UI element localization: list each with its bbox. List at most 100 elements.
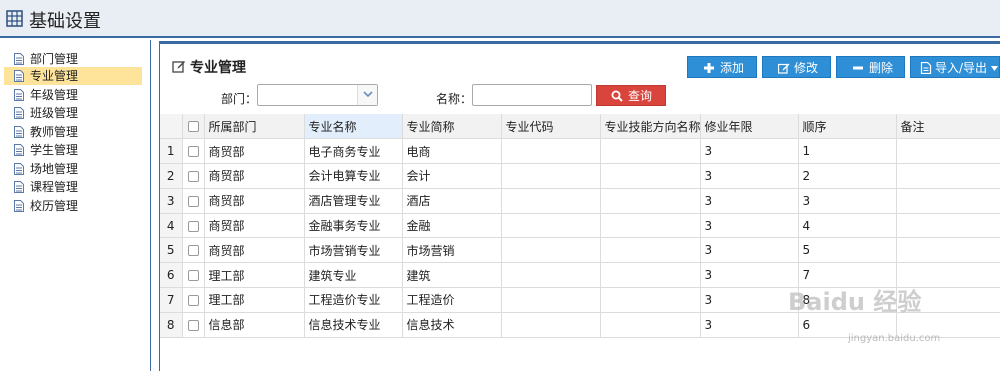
cell-note [896, 213, 1000, 239]
document-icon [14, 126, 24, 138]
select-all-checkbox[interactable] [187, 121, 199, 133]
cell-years: 3 [700, 163, 799, 189]
sidebar-item-calendar[interactable]: 校历管理 [4, 197, 142, 215]
select-all-checkbox-cell[interactable] [182, 114, 205, 140]
sidebar-item-label: 班级管理 [30, 106, 79, 120]
row-checkbox-cell[interactable] [182, 188, 205, 214]
cell-order: 4 [798, 213, 897, 239]
row-checkbox[interactable] [187, 294, 199, 306]
row-number: 4 [160, 213, 183, 239]
select-caret[interactable] [357, 85, 377, 105]
column-header[interactable]: 专业名称 [304, 114, 403, 140]
cell-order: 5 [798, 237, 897, 264]
sidebar-item-label: 部门管理 [30, 52, 79, 66]
row-checkbox[interactable] [187, 270, 199, 282]
app-title: 基础设置 [29, 11, 101, 32]
row-checkbox-cell[interactable] [182, 163, 205, 189]
table-row[interactable]: 5 商贸部 市场营销专业 市场营销 3 5 [160, 237, 1000, 264]
row-checkbox-cell[interactable] [182, 213, 205, 239]
document-icon [14, 53, 24, 65]
column-header[interactable]: 所属部门 [204, 114, 305, 140]
column-header[interactable]: 顺序 [798, 114, 897, 140]
table-row[interactable]: 3 商贸部 酒店管理专业 酒店 3 3 [160, 188, 1000, 214]
sidebar-item-student[interactable]: 学生管理 [4, 141, 142, 159]
cell-skill [600, 163, 701, 189]
cell-code [501, 287, 601, 313]
cell-skill [600, 287, 701, 313]
sidebar-item-teacher[interactable]: 教师管理 [4, 123, 142, 141]
table-row[interactable]: 2 商贸部 会计电算专业 会计 3 2 [160, 163, 1000, 189]
cell-order: 2 [798, 163, 897, 189]
cell-dept: 商贸部 [204, 188, 305, 214]
cell-name: 金融事务专业 [304, 213, 403, 239]
cell-skill [600, 188, 701, 214]
row-checkbox[interactable] [187, 146, 199, 158]
chevron-down-icon [363, 91, 373, 98]
sidebar-item-class[interactable]: 班级管理 [4, 104, 142, 122]
sidebar-item-dept[interactable]: 部门管理 [4, 50, 142, 68]
search-button[interactable]: 查询 [596, 85, 666, 106]
cell-short: 酒店 [402, 188, 502, 214]
name-input[interactable] [472, 84, 592, 106]
cell-years: 3 [700, 262, 799, 289]
column-header[interactable]: 专业技能方向名称 [600, 114, 701, 140]
import-export-button[interactable]: 导入/导出 [910, 56, 1000, 78]
cell-short: 会计 [402, 163, 502, 189]
document-icon [14, 70, 24, 82]
table-row[interactable]: 1 商贸部 电子商务专业 电商 3 1 [160, 138, 1000, 165]
watermark-url: jingyan.baidu.com [848, 333, 941, 344]
row-checkbox-cell[interactable] [182, 312, 205, 338]
add-button[interactable]: 添加 [687, 56, 757, 78]
column-header[interactable]: 专业代码 [501, 114, 601, 140]
sidebar-item-major[interactable]: 专业管理 [4, 67, 142, 85]
cell-order: 1 [798, 138, 897, 165]
row-checkbox[interactable] [187, 319, 199, 331]
document-icon [14, 200, 24, 212]
row-checkbox[interactable] [187, 220, 199, 232]
column-header[interactable]: 备注 [896, 114, 1000, 140]
plus-icon [704, 63, 714, 73]
delete-button[interactable]: 删除 [836, 56, 905, 78]
dept-select[interactable] [257, 84, 378, 106]
sidebar: 部门管理 专业管理 年级管理 班级管理 教师管理 学生管理 场地管理 课程管理 … [0, 40, 151, 371]
column-header[interactable]: 专业简称 [402, 114, 502, 140]
table-row[interactable]: 4 商贸部 金融事务专业 金融 3 4 [160, 213, 1000, 239]
cell-short: 工程造价 [402, 287, 502, 313]
row-checkbox[interactable] [187, 170, 199, 182]
cell-skill [600, 213, 701, 239]
document-icon [14, 144, 24, 156]
cell-code [501, 237, 601, 264]
cell-dept: 商贸部 [204, 163, 305, 189]
row-checkbox-cell[interactable] [182, 138, 205, 165]
app-header: 基础设置 [0, 0, 1000, 38]
sidebar-item-grade[interactable]: 年级管理 [4, 86, 142, 104]
watermark-logo: Baidu 经验 [788, 288, 922, 316]
cell-note [896, 188, 1000, 214]
sidebar-item-venue[interactable]: 场地管理 [4, 160, 142, 178]
edit-icon [172, 61, 185, 73]
cell-skill [600, 262, 701, 289]
document-icon [14, 181, 24, 193]
row-checkbox-cell[interactable] [182, 262, 205, 289]
cell-short: 信息技术 [402, 312, 502, 338]
sidebar-item-label: 课程管理 [30, 180, 79, 194]
row-number: 8 [160, 312, 183, 338]
row-checkbox[interactable] [187, 195, 199, 207]
cell-code [501, 188, 601, 214]
sidebar-item-course[interactable]: 课程管理 [4, 178, 142, 196]
minus-icon [853, 66, 863, 70]
table-header-row: 所属部门 专业名称 专业简称 专业代码 专业技能方向名称 修业年限 顺序 备注 [160, 114, 1000, 140]
row-checkbox-cell[interactable] [182, 287, 205, 313]
row-number-header [160, 114, 183, 140]
cell-dept: 商贸部 [204, 138, 305, 165]
edit-button[interactable]: 修改 [762, 56, 831, 78]
row-number: 5 [160, 237, 183, 264]
cell-years: 3 [700, 188, 799, 214]
column-header[interactable]: 修业年限 [700, 114, 799, 140]
grid-icon [6, 10, 23, 27]
main-panel: 专业管理 添加 修改 删除 导入/导出 部门： 名称： 查询 所属部门 专业名称… [159, 41, 1000, 371]
document-icon [14, 163, 24, 175]
row-checkbox-cell[interactable] [182, 237, 205, 264]
cell-skill [600, 312, 701, 338]
row-checkbox[interactable] [187, 245, 199, 257]
